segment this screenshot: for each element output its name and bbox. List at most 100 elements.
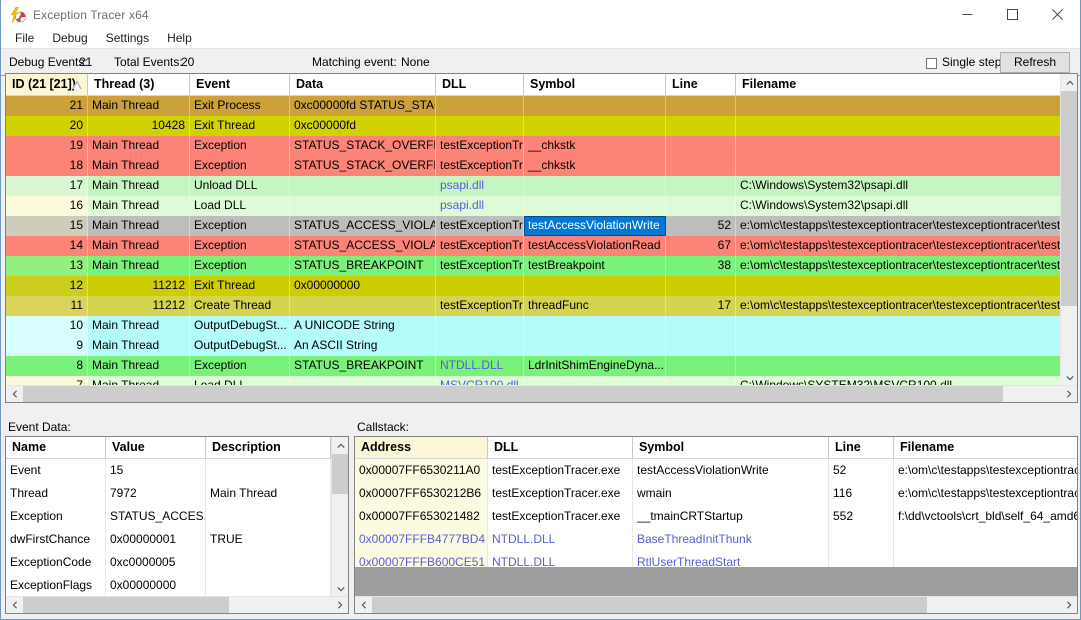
cell-dll[interactable]: testExceptionTr... (436, 216, 524, 236)
cell-data[interactable] (290, 296, 436, 316)
scroll-left-icon[interactable] (6, 597, 23, 613)
events-table[interactable]: ID (21 [21]) Thread (3) Event Data DLL Symbol… (5, 73, 1078, 403)
cell-filename[interactable]: C:\Windows\System32\psapi.dll (736, 176, 1062, 196)
cell-description[interactable]: Main Thread (206, 482, 331, 505)
cell-dll[interactable]: testExceptionTr... (436, 136, 524, 156)
minimize-button[interactable] (945, 0, 990, 29)
cell-data[interactable]: STATUS_ACCESS_VIOLATION (290, 216, 436, 236)
cell-value[interactable]: 15 (106, 459, 206, 482)
cell-filename[interactable]: e:\om\c\testapps\testexceptiontracer\tes… (736, 296, 1062, 316)
cell-line[interactable] (666, 176, 736, 196)
cell-thread[interactable]: Main Thread (88, 176, 190, 196)
event-data-body[interactable]: Event 15 Thread 7972 Main Thread Exception STA… (6, 459, 348, 597)
table-row[interactable]: 16 Main Thread Load DLL psapi.dll C:\Windows… (6, 196, 1077, 216)
column-header-event[interactable]: Event (190, 74, 290, 95)
column-header-address[interactable]: Address (355, 437, 488, 458)
scroll-down-icon[interactable] (1061, 369, 1077, 386)
cell-name[interactable]: ExceptionFlags (6, 574, 106, 597)
cell-event[interactable]: OutputDebugSt... (190, 316, 290, 336)
cell-value[interactable]: 0x00000001 (106, 528, 206, 551)
cell-event[interactable]: Exception (190, 156, 290, 176)
cell-address[interactable]: 0x00007FFFB4777BD4 (355, 528, 488, 551)
callstack-table[interactable]: Address DLL Symbol Line Filename 0x00007FF65… (354, 436, 1078, 614)
cell-line[interactable]: 52 (666, 216, 736, 236)
list-item[interactable]: 0x00007FF6530212B6 testExceptionTracer.ex… (355, 482, 1077, 505)
cell-filename[interactable]: e:\om\c\testapps\testexceptiontracer\tes… (736, 256, 1062, 276)
cell-id[interactable]: 15 (6, 216, 88, 236)
scroll-right-icon[interactable] (1060, 386, 1077, 402)
cell-dll[interactable] (436, 316, 524, 336)
cell-dll[interactable]: NTDLL.DLL (436, 356, 524, 376)
cell-dll[interactable]: testExceptionTracer.exe (488, 505, 633, 528)
cell-dll[interactable] (436, 96, 524, 116)
cell-id[interactable]: 20 (6, 116, 88, 136)
cell-name[interactable]: ExceptionCode (6, 551, 106, 574)
scroll-down-icon[interactable] (332, 580, 348, 597)
cell-id[interactable]: 17 (6, 176, 88, 196)
list-item[interactable]: 0x00007FF6530211A0 testExceptionTracer.ex… (355, 459, 1077, 482)
events-scroll-thumb[interactable] (1061, 91, 1077, 306)
cell-line[interactable] (666, 196, 736, 216)
list-item[interactable]: ExceptionCode 0xc0000005 (6, 551, 348, 574)
table-row[interactable]: 14 Main Thread Exception STATUS_ACCESS_VIOL… (6, 236, 1077, 256)
cell-dll[interactable]: testExceptionTracer.exe (488, 459, 633, 482)
single-step-checkbox[interactable] (926, 58, 937, 69)
cell-data[interactable]: STATUS_STACK_OVERFLOW (290, 156, 436, 176)
column-header-thread-3[interactable]: Thread (3) (88, 74, 190, 95)
cell-filename[interactable] (736, 316, 1062, 336)
cell-dll[interactable] (436, 336, 524, 356)
cell-thread[interactable]: 11212 (88, 276, 190, 296)
list-item[interactable]: 0x00007FFFB4777BD4 NTDLL.DLL BaseThreadIni… (355, 528, 1077, 551)
cell-id[interactable]: 14 (6, 236, 88, 256)
cell-symbol[interactable]: testAccessViolationWrite (633, 459, 829, 482)
scroll-up-icon[interactable] (332, 437, 348, 454)
cell-data[interactable] (290, 196, 436, 216)
cell-dll[interactable]: testExceptionTr... (436, 236, 524, 256)
cell-symbol[interactable]: __chkstk (524, 136, 666, 156)
cell-symbol[interactable]: wmain (633, 482, 829, 505)
cell-thread[interactable]: Main Thread (88, 236, 190, 256)
menu-item-file[interactable]: File (9, 30, 42, 48)
menu-item-settings[interactable]: Settings (100, 30, 157, 48)
scroll-right-icon[interactable] (1060, 597, 1077, 613)
event-data-horizontal-scrollbar[interactable] (6, 596, 348, 613)
cell-name[interactable]: Exception (6, 505, 106, 528)
table-row[interactable]: 13 Main Thread Exception STATUS_BREAKPOINT t… (6, 256, 1077, 276)
event-data-vertical-scrollbar[interactable] (331, 437, 348, 597)
cell-data[interactable] (290, 176, 436, 196)
cell-line[interactable] (666, 116, 736, 136)
cell-value[interactable]: 0x00000000 (106, 574, 206, 597)
cell-event[interactable]: Exception (190, 356, 290, 376)
cell-data[interactable]: 0xc00000fd STATUS_STACK_... (290, 96, 436, 116)
cell-description[interactable] (206, 505, 331, 528)
cell-id[interactable]: 12 (6, 276, 88, 296)
events-vertical-scrollbar[interactable] (1060, 74, 1077, 386)
cell-filename[interactable]: e:\om\c\testapps\testexceptiontracer\tes… (736, 236, 1062, 256)
column-header-line[interactable]: Line (829, 437, 894, 458)
cell-filename[interactable] (736, 96, 1062, 116)
cell-event[interactable]: Create Thread (190, 296, 290, 316)
cell-thread[interactable]: Main Thread (88, 136, 190, 156)
cell-dll[interactable]: testExceptionTr... (436, 256, 524, 276)
cell-event[interactable]: Exit Thread (190, 276, 290, 296)
cell-thread[interactable]: Main Thread (88, 196, 190, 216)
cell-event[interactable]: Exception (190, 136, 290, 156)
cell-filename[interactable] (894, 528, 1077, 551)
event-data-hscroll-thumb[interactable] (23, 597, 229, 613)
cell-id[interactable]: 19 (6, 136, 88, 156)
cell-value[interactable]: 7972 (106, 482, 206, 505)
cell-id[interactable]: 10 (6, 316, 88, 336)
cell-symbol[interactable]: testAccessViolationWrite (524, 216, 666, 236)
close-button[interactable] (1035, 0, 1080, 29)
cell-filename[interactable] (736, 276, 1062, 296)
cell-data[interactable]: An ASCII String (290, 336, 436, 356)
menu-item-debug[interactable]: Debug (46, 30, 95, 48)
cell-event[interactable]: Exit Thread (190, 116, 290, 136)
table-row[interactable]: 20 10428 Exit Thread 0xc00000fd (6, 116, 1077, 136)
event-data-scroll-thumb[interactable] (332, 454, 348, 494)
callstack-body[interactable]: 0x00007FF6530211A0 testExceptionTracer.ex… (355, 459, 1077, 574)
cell-event[interactable]: Unload DLL (190, 176, 290, 196)
cell-data[interactable]: STATUS_ACCESS_VIOLATION (290, 236, 436, 256)
cell-id[interactable]: 13 (6, 256, 88, 276)
cell-thread[interactable]: 11212 (88, 296, 190, 316)
